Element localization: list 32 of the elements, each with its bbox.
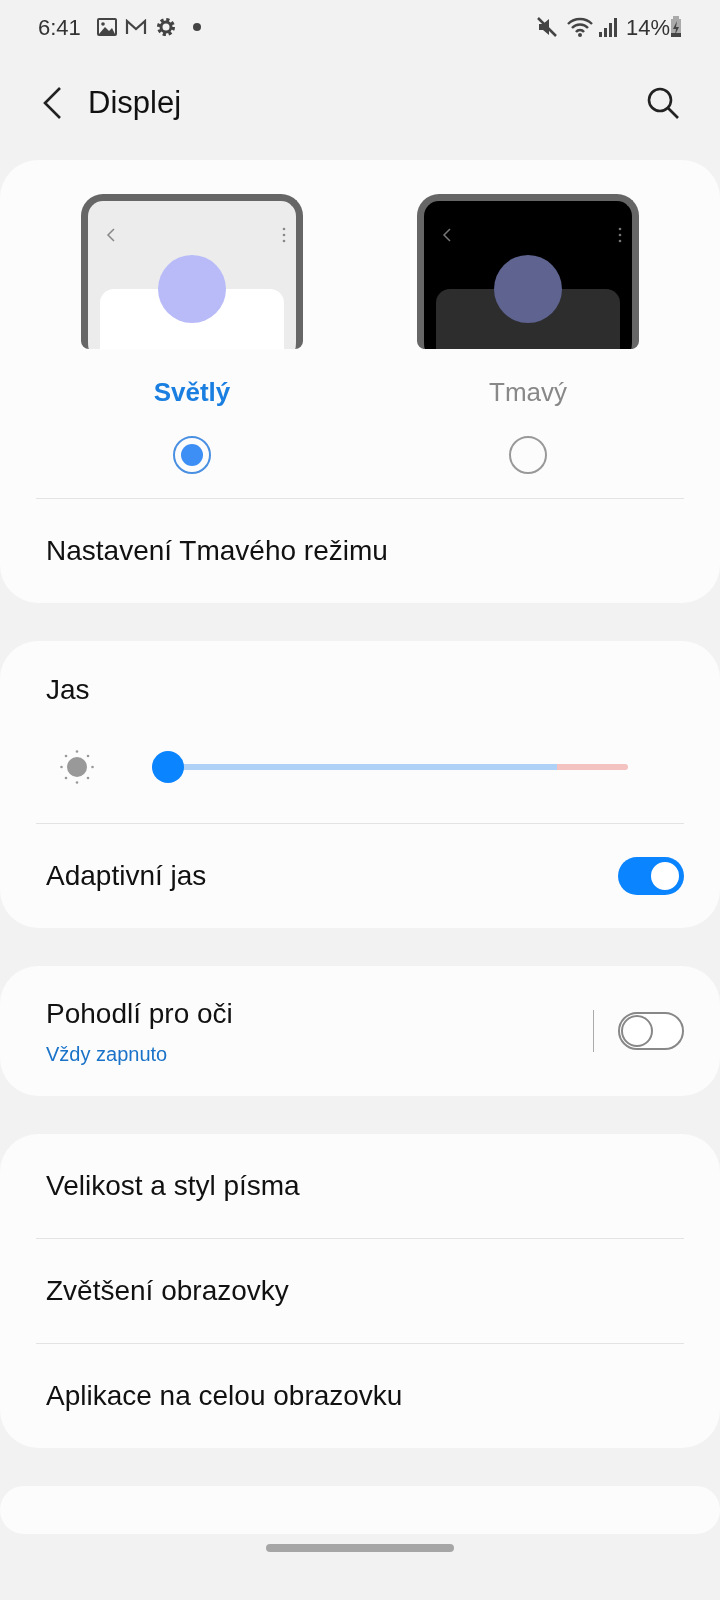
radio-button[interactable] xyxy=(509,436,547,474)
brightness-slider[interactable] xyxy=(152,751,628,783)
section-title: Jas xyxy=(46,673,90,707)
setting-status: Vždy zapnuto xyxy=(46,1042,169,1067)
mute-icon xyxy=(535,16,558,38)
search-icon[interactable] xyxy=(646,86,680,120)
radio-button[interactable] xyxy=(173,436,211,474)
signal-icon xyxy=(597,17,618,37)
menu-item[interactable]: Aplikace na celou obrazovku xyxy=(46,1375,403,1417)
wifi-icon xyxy=(565,16,594,38)
page-title: Displej xyxy=(88,83,182,122)
home-handle[interactable] xyxy=(266,1544,454,1552)
battery-icon xyxy=(670,16,682,38)
toggle-switch[interactable] xyxy=(618,1012,684,1050)
gear-icon xyxy=(154,16,177,38)
menu-item[interactable]: Zvětšení obrazovky xyxy=(46,1270,289,1312)
theme-preview[interactable] xyxy=(81,194,303,349)
battery-percent: 14% xyxy=(625,13,670,42)
toggle-switch[interactable] xyxy=(618,857,684,895)
setting-label[interactable]: Pohodlí pro oči xyxy=(46,993,593,1035)
back-icon[interactable] xyxy=(42,86,62,120)
mail-icon xyxy=(124,19,147,35)
setting-label[interactable]: Adaptivní jas xyxy=(46,855,207,897)
slider-thumb[interactable] xyxy=(152,751,184,783)
picture-icon xyxy=(96,18,117,36)
dot-icon xyxy=(192,23,201,31)
menu-item[interactable]: Nastavení Tmavého režimu xyxy=(46,530,388,572)
menu-item[interactable]: Velikost a styl písma xyxy=(46,1165,300,1207)
theme-label[interactable]: Světlý xyxy=(153,373,231,412)
sun-icon xyxy=(60,750,94,784)
clock: 6:41 xyxy=(38,13,81,42)
theme-preview[interactable] xyxy=(417,194,639,349)
